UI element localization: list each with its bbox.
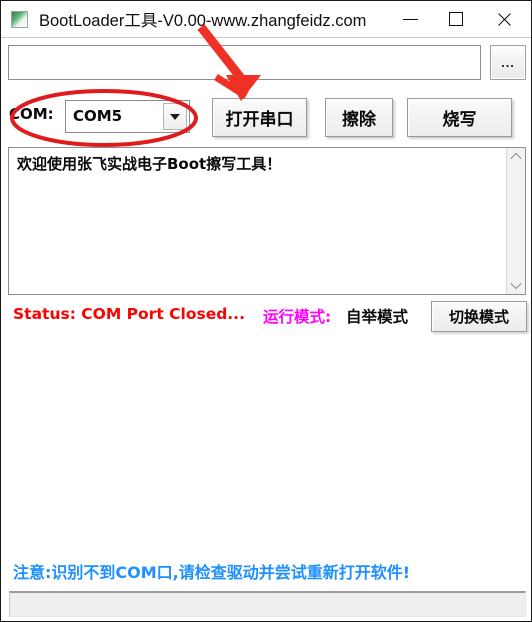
chevron-down-icon[interactable] bbox=[507, 276, 525, 294]
chevron-down-icon[interactable] bbox=[163, 103, 187, 130]
file-path-row: ... bbox=[1, 37, 531, 89]
status-row: Status: COM Port Closed... 运行模式: 自举模式 切换… bbox=[1, 301, 531, 337]
com-port-select[interactable]: COM5 bbox=[65, 100, 190, 133]
com-port-selected-value: COM5 bbox=[73, 107, 123, 125]
close-button[interactable] bbox=[481, 1, 527, 37]
log-scrollbar[interactable] bbox=[506, 148, 525, 294]
warning-message: 注意:识别不到COM口,请检查驱动并尝试重新打开软件! bbox=[13, 563, 411, 582]
open-serial-port-button[interactable]: 打开串口 bbox=[212, 98, 307, 137]
log-output-panel[interactable]: 欢迎使用张飞实战电子Boot擦写工具！ bbox=[8, 147, 526, 295]
window-title: BootLoader工具-V0.00-www.zhangfeidz.com bbox=[39, 12, 367, 30]
toolbar-row: COM: COM5 打开串口 擦除 烧写 bbox=[1, 91, 531, 145]
switch-mode-button[interactable]: 切换模式 bbox=[431, 301, 527, 332]
run-mode-label: 运行模式: bbox=[263, 308, 332, 326]
com-port-label: COM: bbox=[9, 105, 54, 123]
close-icon bbox=[496, 11, 513, 28]
log-output-text: 欢迎使用张飞实战电子Boot擦写工具！ bbox=[17, 155, 282, 173]
progress-bar-panel bbox=[9, 591, 526, 617]
application-window: BootLoader工具-V0.00-www.zhangfeidz.com ..… bbox=[0, 0, 532, 622]
run-mode-value: 自举模式 bbox=[346, 308, 409, 326]
file-path-input[interactable] bbox=[8, 45, 481, 80]
status-badge: Status: COM Port Closed... bbox=[13, 305, 245, 323]
maximize-icon bbox=[449, 12, 463, 26]
erase-button[interactable]: 擦除 bbox=[325, 98, 393, 137]
browse-button[interactable]: ... bbox=[490, 45, 526, 80]
flash-button[interactable]: 烧写 bbox=[407, 98, 512, 137]
minimize-button[interactable] bbox=[387, 1, 433, 37]
maximize-button[interactable] bbox=[433, 1, 479, 37]
chevron-up-icon[interactable] bbox=[507, 148, 525, 166]
minimize-icon bbox=[402, 18, 418, 20]
app-logo-icon bbox=[11, 10, 28, 28]
title-bar: BootLoader工具-V0.00-www.zhangfeidz.com bbox=[1, 1, 531, 38]
